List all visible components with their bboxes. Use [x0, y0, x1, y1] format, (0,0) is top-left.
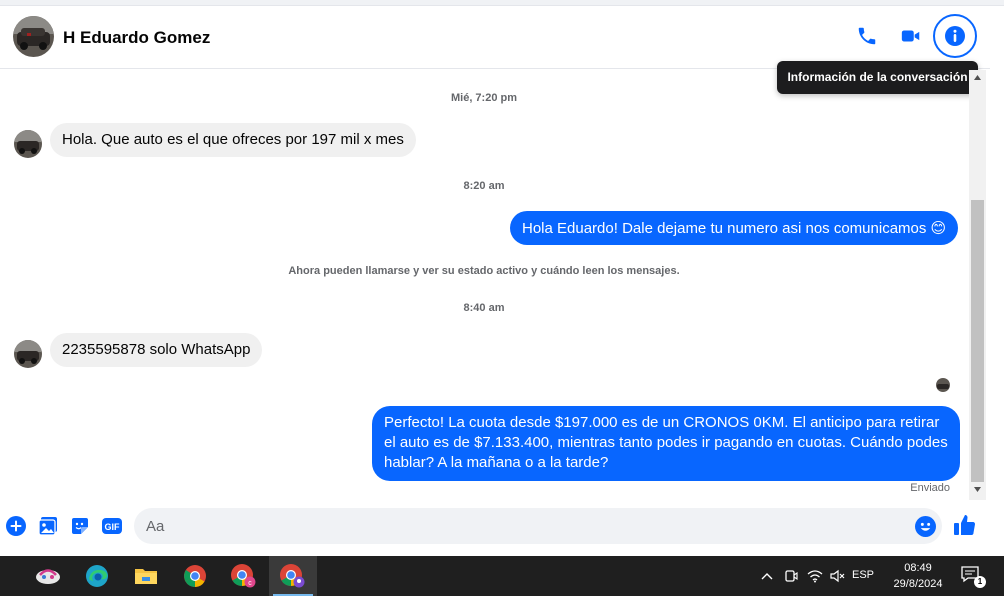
taskbar-chrome-active[interactable] — [269, 556, 317, 596]
chrome-profile-c-icon: c — [231, 564, 256, 588]
timestamp: Mié, 7:20 pm — [450, 92, 518, 104]
contact-avatar-small[interactable] — [14, 130, 42, 158]
scroll-down-arrow-icon[interactable] — [973, 486, 982, 493]
app-icon — [36, 569, 60, 584]
gif-label: GIF — [105, 522, 121, 532]
outgoing-message[interactable]: Hola Eduardo! Dale dejame tu numero asi … — [510, 211, 959, 245]
task-view-button[interactable] — [0, 556, 8, 596]
more-actions-button[interactable] — [5, 515, 27, 537]
message-composer: GIF — [0, 500, 1004, 556]
attach-photo-button[interactable] — [37, 515, 59, 537]
incoming-message[interactable]: 2235595878 solo WhatsApp — [50, 333, 263, 367]
photo-icon — [38, 517, 57, 536]
network-button[interactable] — [806, 566, 824, 586]
sticker-button[interactable] — [69, 515, 91, 537]
emoji-icon — [914, 515, 936, 537]
conversation-header: H Eduardo Gomez — [0, 6, 990, 69]
info-icon — [945, 26, 965, 46]
delivery-status: Enviado — [910, 482, 950, 494]
timestamp: 8:40 am — [463, 302, 505, 314]
contact-name[interactable]: H Eduardo Gomez — [63, 28, 210, 48]
contact-avatar[interactable] — [13, 16, 54, 57]
windows-taskbar: c ESP 08:49 29/8/2024 1 — [0, 556, 1004, 596]
audio-call-button[interactable] — [845, 14, 889, 58]
show-hidden-icons-button[interactable] — [758, 566, 776, 586]
scroll-up-arrow-icon[interactable] — [973, 74, 982, 81]
gif-button[interactable]: GIF — [101, 515, 123, 537]
phone-icon — [858, 27, 876, 45]
meet-now-icon — [785, 570, 798, 582]
message-input[interactable] — [134, 508, 942, 544]
volume-muted-icon — [830, 569, 845, 583]
contact-avatar-small[interactable] — [14, 340, 42, 368]
read-receipt-avatar — [936, 378, 950, 392]
taskbar-chrome-profile[interactable]: c — [220, 556, 268, 596]
info-tooltip: Información de la conversación — [777, 61, 978, 94]
svg-text:c: c — [248, 580, 252, 587]
emoji-button[interactable] — [914, 515, 936, 537]
wifi-icon — [807, 570, 823, 583]
chrome-profile-active-icon — [280, 564, 305, 588]
incoming-message[interactable]: Hola. Que auto es el que ofreces por 197… — [50, 123, 416, 157]
timestamp: 8:20 am — [463, 180, 505, 192]
taskbar-chrome[interactable] — [171, 556, 219, 596]
chevron-up-icon — [761, 573, 773, 580]
plus-icon — [6, 516, 26, 536]
gif-icon: GIF — [102, 518, 122, 534]
like-icon — [954, 515, 976, 535]
taskbar-app[interactable] — [24, 556, 72, 596]
messenger-app: H Eduardo Gomez Información de la conver… — [0, 0, 1004, 556]
video-call-button[interactable] — [889, 14, 933, 58]
clock[interactable]: 08:49 29/8/2024 — [885, 560, 951, 592]
tray-device-button[interactable] — [782, 566, 800, 586]
conversation-info-button[interactable] — [933, 14, 977, 58]
video-camera-icon — [901, 30, 920, 42]
clock-date: 29/8/2024 — [893, 578, 943, 590]
input-language[interactable]: ESP — [852, 569, 874, 581]
sticker-icon — [72, 518, 88, 534]
send-like-button[interactable] — [953, 513, 977, 537]
volume-button[interactable] — [829, 566, 847, 586]
chrome-icon — [184, 565, 206, 587]
scrollbar-thumb[interactable] — [971, 200, 984, 482]
file-explorer-icon — [135, 569, 157, 584]
taskbar-edge[interactable] — [73, 556, 121, 596]
system-notice: Ahora pueden llamarse y ver su estado ac… — [288, 265, 680, 277]
outgoing-message[interactable]: Perfecto! La cuota desde $197.000 es de … — [372, 406, 960, 481]
notification-count-badge: 1 — [974, 576, 986, 588]
edge-icon — [86, 565, 108, 587]
clock-time: 08:49 — [904, 562, 932, 574]
taskbar-file-explorer[interactable] — [122, 556, 170, 596]
